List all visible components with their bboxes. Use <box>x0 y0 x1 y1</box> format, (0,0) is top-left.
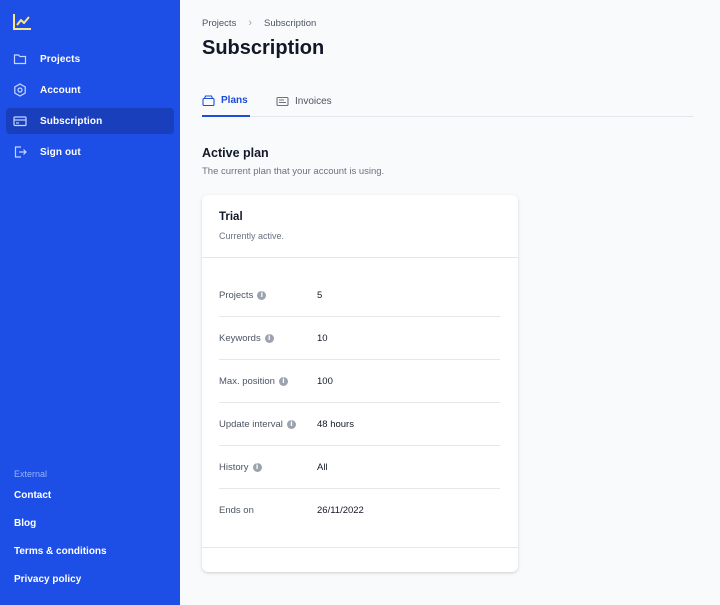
sidebar-item-sign-out[interactable]: Sign out <box>6 139 174 165</box>
sidebar-item-label: Subscription <box>40 115 103 127</box>
gear-icon <box>13 83 27 97</box>
plan-detail-row: Ends on 26/11/2022 <box>219 489 500 532</box>
card-divider <box>202 547 518 548</box>
sidebar-item-subscription[interactable]: Subscription <box>6 108 174 134</box>
sidebar-item-account[interactable]: Account <box>6 77 174 103</box>
row-label: Update interval i <box>219 419 317 430</box>
row-label: Keywords i <box>219 333 317 344</box>
terms-link[interactable]: Terms & conditions <box>14 546 107 557</box>
row-value: 100 <box>317 375 333 387</box>
row-label: Ends on <box>219 505 317 516</box>
row-label-text: Keywords <box>219 332 261 344</box>
tab-invoices[interactable]: Invoices <box>276 86 340 117</box>
info-icon[interactable]: i <box>286 419 296 429</box>
chart-logo-icon[interactable] <box>12 13 32 31</box>
folder-icon <box>13 52 27 66</box>
row-value: All <box>317 461 328 473</box>
sidebar-item-label: Projects <box>40 53 81 65</box>
plan-detail-row: Max. position i 100 <box>219 360 500 403</box>
blog-link[interactable]: Blog <box>14 518 36 529</box>
plan-detail-row: Projects i 5 <box>219 274 500 317</box>
plan-detail-row: Keywords i 10 <box>219 317 500 360</box>
info-icon[interactable]: i <box>278 376 288 386</box>
plan-detail-row: Update interval i 48 hours <box>219 403 500 446</box>
row-label: Projects i <box>219 290 317 301</box>
info-icon[interactable]: i <box>257 290 267 300</box>
row-label-text: History <box>219 461 249 473</box>
row-label-text: Projects <box>219 289 254 301</box>
credit-card-icon <box>13 114 27 128</box>
row-value: 48 hours <box>317 418 354 430</box>
receipt-icon <box>276 96 289 107</box>
main-content: Projects › Subscription Subscription Pla… <box>180 0 720 605</box>
breadcrumb-subscription[interactable]: Subscription <box>264 18 316 29</box>
row-label: Max. position i <box>219 376 317 387</box>
sidebar-item-projects[interactable]: Projects <box>6 46 174 72</box>
plan-status: Currently active. <box>219 231 285 241</box>
contact-link[interactable]: Contact <box>14 490 51 501</box>
info-icon[interactable]: i <box>264 333 274 343</box>
plan-card-header: Trial Currently active. <box>202 195 518 258</box>
sidebar-item-label: Sign out <box>40 146 81 158</box>
sidebar: Projects Account Subscription Sign out E… <box>0 0 180 605</box>
row-value: 10 <box>317 332 328 344</box>
privacy-policy-link[interactable]: Privacy policy <box>14 574 81 585</box>
sidebar-item-label: Account <box>40 84 81 96</box>
section-description: The current plan that your account is us… <box>202 166 385 177</box>
tab-label: Invoices <box>295 96 332 107</box>
tab-label: Plans <box>221 95 248 106</box>
section-title: Active plan <box>202 146 269 160</box>
tab-plans[interactable]: Plans <box>202 86 250 117</box>
breadcrumb-projects[interactable]: Projects <box>202 18 236 29</box>
row-label-text: Ends on <box>219 505 254 516</box>
info-icon[interactable]: i <box>252 462 262 472</box>
row-value: 5 <box>317 289 323 301</box>
row-label-text: Update interval <box>219 418 283 430</box>
row-label: History i <box>219 462 317 473</box>
plan-name: Trial <box>219 211 243 223</box>
row-label-text: Max. position <box>219 375 275 387</box>
row-value: 26/11/2022 <box>317 505 364 516</box>
breadcrumb: Projects › Subscription <box>202 17 316 29</box>
plan-detail-row: History i All <box>219 446 500 489</box>
sign-out-icon <box>13 145 27 159</box>
tabs: Plans Invoices <box>202 86 694 117</box>
box-icon <box>202 95 215 106</box>
chevron-right-icon: › <box>248 17 252 29</box>
plan-card: Trial Currently active. Projects i 5 Keyw… <box>202 195 518 572</box>
page-title: Subscription <box>202 37 325 59</box>
external-heading: External <box>14 469 48 479</box>
